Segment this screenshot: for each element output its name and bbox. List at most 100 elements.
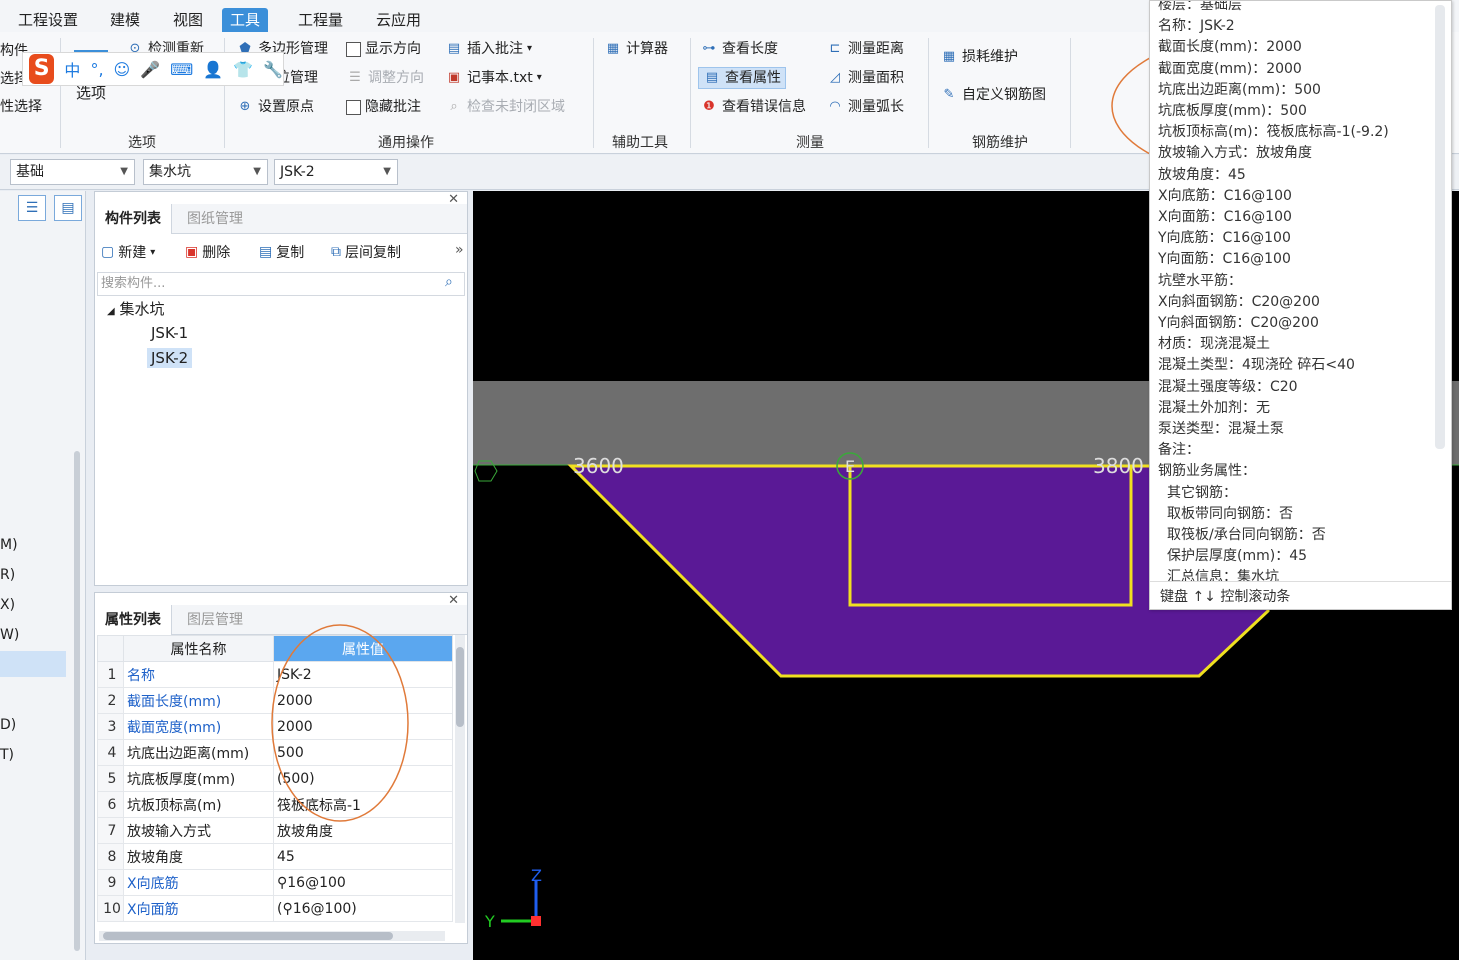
table-row[interactable]: 3 截面宽度(mm) 2000	[97, 713, 453, 740]
table-row[interactable]: 9 X向底筋 ⚲16@100	[97, 869, 453, 896]
keyboard-icon[interactable]: ⌨	[170, 60, 193, 79]
left-panel-scrollbar[interactable]	[74, 451, 80, 951]
tab-layer-manage[interactable]: 图层管理	[177, 605, 253, 635]
table-row[interactable]: 6 坑板顶标高(m) 筏板底标高-1	[97, 791, 453, 818]
view-errors-button[interactable]: ❶ 查看错误信息	[700, 96, 806, 118]
property-value-cell[interactable]: 放坡角度	[273, 817, 453, 844]
search-icon[interactable]: ⌕	[445, 274, 453, 290]
table-row[interactable]: 1 名称 JSK-2	[97, 661, 453, 688]
nav-selected-item[interactable]	[0, 651, 66, 677]
ribbon-prop-select-partial[interactable]: 性选择	[0, 96, 42, 118]
hide-annotation-checkbox[interactable]: 隐藏批注	[346, 96, 421, 118]
ime-toolbar[interactable]: S 中 °, ☺ 🎤 ⌨ 👤 👕 🔧	[22, 52, 284, 86]
nav-shortcut-r[interactable]: R)	[0, 567, 15, 583]
skin-icon[interactable]: 👕	[233, 60, 253, 79]
property-value-cell[interactable]: 500	[273, 739, 453, 766]
tree-node-jsk-2[interactable]: JSK-2	[147, 348, 193, 368]
component-select[interactable]: JSK-2 ▼	[274, 159, 398, 185]
checkbox-icon[interactable]	[346, 99, 361, 115]
chinese-mode-icon[interactable]: 中	[64, 57, 80, 81]
nav-shortcut-w[interactable]: W)	[0, 627, 19, 643]
table-row[interactable]: 5 坑底板厚度(mm) (500)	[97, 765, 453, 792]
checkbox-icon[interactable]	[346, 41, 361, 57]
menu-tab-project-settings[interactable]: 工程设置	[10, 8, 86, 32]
delete-component-button[interactable]: ▣ 删除	[185, 242, 230, 262]
custom-rebar-button[interactable]: ✎ 自定义钢筋图	[940, 84, 1046, 106]
table-row[interactable]: 7 放坡输入方式 放坡角度	[97, 817, 453, 844]
nav-shortcut-x[interactable]: X)	[0, 597, 15, 613]
table-row[interactable]: 8 放坡角度 45	[97, 843, 453, 870]
scroll-thumb[interactable]	[103, 932, 393, 940]
row-number: 5	[97, 765, 124, 792]
nav-shortcut-d[interactable]: D)	[0, 717, 16, 733]
show-direction-checkbox[interactable]: 显示方向	[346, 38, 421, 60]
microphone-icon[interactable]: 🎤	[140, 60, 160, 79]
tooltip-line: 取筏板/承台同向钢筋：否	[1167, 527, 1326, 543]
property-value-cell[interactable]: 筏板底标高-1	[273, 791, 453, 818]
property-panel-tabs: 属性列表 图层管理	[95, 605, 467, 635]
notepad-button[interactable]: ▣ 记事本.txt ▾	[445, 67, 542, 89]
set-origin-button[interactable]: ⊕ 设置原点	[236, 96, 314, 118]
punctuation-icon[interactable]: °,	[90, 60, 103, 79]
tab-component-list[interactable]: 构件列表	[95, 204, 172, 234]
loss-maintenance-button[interactable]: ▦ 损耗维护	[940, 46, 1018, 68]
property-value-cell[interactable]: 45	[273, 843, 453, 870]
nav-shortcut-t[interactable]: T)	[0, 747, 14, 763]
row-number: 4	[97, 739, 124, 766]
row-number: 2	[97, 687, 124, 714]
user-icon[interactable]: 👤	[203, 60, 223, 79]
new-component-button[interactable]: ▢ 新建 ▾	[101, 242, 155, 262]
collapse-icon[interactable]: ◢	[107, 306, 115, 317]
menu-tab-quantity[interactable]: 工程量	[290, 8, 351, 32]
property-value-cell[interactable]: JSK-2	[273, 661, 453, 688]
table-row[interactable]: 2 截面长度(mm) 2000	[97, 687, 453, 714]
scroll-thumb[interactable]	[456, 647, 464, 727]
tooltip-scrollbar[interactable]	[1435, 5, 1445, 449]
property-horizontal-scrollbar[interactable]	[99, 931, 445, 941]
detail-view-icon[interactable]: ▤	[54, 195, 82, 221]
menu-tab-cloud[interactable]: 云应用	[368, 8, 429, 32]
property-vertical-scrollbar[interactable]	[455, 635, 465, 923]
adjust-direction-button[interactable]: ☰ 调整方向	[346, 67, 424, 89]
property-name-cell: 截面宽度(mm)	[123, 713, 274, 740]
sogou-logo-icon[interactable]: S	[29, 54, 55, 84]
tree-node-sump[interactable]: ◢ 集水坑	[107, 298, 165, 319]
component-search-input[interactable]: 搜索构件...	[97, 272, 465, 296]
menu-tab-modeling[interactable]: 建模	[102, 8, 148, 32]
more-tools-icon[interactable]: »	[455, 242, 464, 258]
insert-annotation-button[interactable]: ▤ 插入批注 ▾	[445, 38, 532, 60]
tooltip-line: Y向底筋：C16@100	[1158, 230, 1291, 247]
component-list-panel: ✕ 构件列表 图纸管理 ▢ 新建 ▾ ▣ 删除 ▤ 复制 ⧉ 层间复制 » 搜索构件...…	[94, 191, 468, 586]
property-value-cell[interactable]: (⚲16@100)	[273, 895, 453, 922]
measure-distance-button[interactable]: ⊏ 测量距离	[826, 38, 904, 60]
wrench-icon[interactable]: 🔧	[263, 60, 283, 79]
property-name-cell: 坑板顶标高(m)	[123, 791, 274, 818]
calculator-icon: ▦	[606, 41, 620, 56]
dimension-label-3600: 3600	[573, 454, 624, 478]
calculator-button[interactable]: ▦ 计算器	[604, 38, 668, 60]
measure-area-button[interactable]: ◿ 测量面积	[826, 67, 904, 89]
view-properties-button[interactable]: ▤ 查看属性	[698, 67, 786, 89]
property-value-cell[interactable]: ⚲16@100	[273, 869, 453, 896]
measure-arc-button[interactable]: ◠ 测量弧长	[826, 96, 904, 118]
tab-drawing-manage[interactable]: 图纸管理	[177, 204, 253, 234]
floor-copy-button[interactable]: ⧉ 层间复制	[331, 242, 401, 262]
check-unclosed-button[interactable]: ⌕ 检查未封闭区域	[445, 96, 565, 118]
copy-component-button[interactable]: ▤ 复制	[259, 242, 304, 262]
list-view-icon[interactable]: ☰	[18, 195, 46, 221]
table-row[interactable]: 4 坑底出边距离(mm) 500	[97, 739, 453, 766]
menu-tab-view[interactable]: 视图	[165, 8, 211, 32]
property-value-cell[interactable]: 2000	[273, 687, 453, 714]
view-length-button[interactable]: ⊶ 查看长度	[700, 38, 779, 60]
property-value-cell[interactable]: (500)	[273, 765, 453, 792]
tab-property-list[interactable]: 属性列表	[95, 605, 172, 635]
floor-select[interactable]: 基础 ▼	[10, 159, 135, 185]
emoji-icon[interactable]: ☺	[114, 60, 131, 79]
tree-node-jsk-1[interactable]: JSK-1	[151, 324, 188, 342]
nav-shortcut-m[interactable]: M)	[0, 537, 18, 553]
table-row[interactable]: 10 X向面筋 (⚲16@100)	[97, 895, 453, 922]
property-value-cell[interactable]: 2000	[273, 713, 453, 740]
component-type-select[interactable]: 集水坑 ▼	[143, 159, 268, 185]
annotation-icon: ▤	[447, 41, 461, 56]
menu-tab-tools[interactable]: 工具	[222, 8, 269, 32]
